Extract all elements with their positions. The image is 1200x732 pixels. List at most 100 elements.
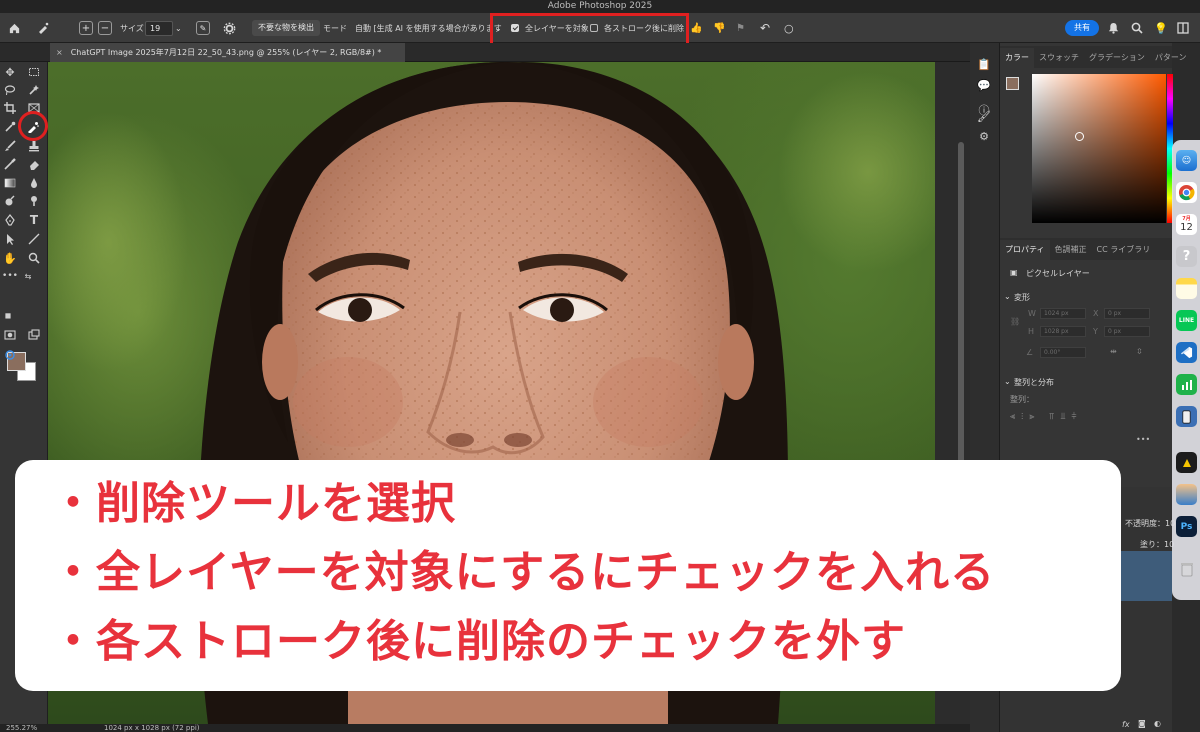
eraser-tool-icon[interactable] <box>26 156 42 172</box>
comments-panel-icon[interactable]: 💬 <box>977 78 991 92</box>
opacity-label[interactable]: 不透明度：10 <box>1125 518 1175 529</box>
zoom-tool-icon[interactable] <box>26 250 42 266</box>
more-tools-icon[interactable]: ••• <box>2 268 18 284</box>
move-tool-icon[interactable]: ✥ <box>2 64 18 80</box>
type-tool-icon[interactable]: T <box>26 212 42 228</box>
screen-mode-icon[interactable] <box>26 327 42 343</box>
iphone-mirroring-icon[interactable] <box>1176 406 1197 427</box>
pen-tool-icon[interactable] <box>2 212 18 228</box>
app-landscape-icon[interactable] <box>1176 484 1197 505</box>
notifications-bell-icon[interactable] <box>1108 13 1119 43</box>
help-icon[interactable]: ? <box>1176 246 1197 267</box>
flip-horizontal-icon[interactable]: ⇹ <box>1110 347 1117 356</box>
tab-adjustments[interactable]: 色調補正 <box>1050 240 1092 260</box>
dodge-tool-icon[interactable] <box>2 193 18 209</box>
calendar-icon[interactable]: 7月 12 <box>1176 214 1197 235</box>
brush-settings-icon[interactable]: 🖌 <box>977 109 991 123</box>
search-icon[interactable] <box>1131 13 1143 43</box>
notes-icon[interactable] <box>1176 278 1197 299</box>
document-tab-bar: × ChatGPT Image 2025年7月12日 22_50_43.png … <box>0 43 970 62</box>
transform-chevron-icon[interactable]: ⌄ <box>1004 292 1011 301</box>
more-options-icon[interactable]: ••• <box>1136 435 1150 444</box>
color-picker-field[interactable] <box>1032 74 1166 223</box>
tab-properties[interactable]: プロパティ <box>1000 240 1050 260</box>
tab-cc-libraries[interactable]: CC ライブラリ <box>1092 240 1156 260</box>
thumbs-up-icon[interactable]: 👍 <box>690 13 702 43</box>
layer-effects-icon[interactable]: fx <box>1122 720 1130 729</box>
width-field[interactable]: 1024 px <box>1040 308 1086 319</box>
edit-toolbar-icon[interactable] <box>2 347 18 363</box>
tab-patterns[interactable]: パターン <box>1150 48 1192 68</box>
color-picker-ring[interactable] <box>1075 132 1084 141</box>
zoom-readout[interactable]: 255.27% <box>6 724 37 732</box>
trash-icon[interactable] <box>1176 558 1197 579</box>
align-chevron-icon[interactable]: ⌄ <box>1004 377 1011 386</box>
default-colors-icon[interactable]: ◼ <box>0 307 16 323</box>
swap-colors-icon[interactable]: ⇆ <box>20 268 36 284</box>
gradient-tool-icon[interactable] <box>2 175 18 191</box>
scrollbar-thumb[interactable] <box>958 142 964 472</box>
flip-vertical-icon[interactable]: ⇳ <box>1136 347 1143 356</box>
adjust-panel-icon[interactable]: ⚙ <box>977 129 991 143</box>
mode-select[interactable]: 自動 [生成 AI を使用する場合があります <box>355 13 502 43</box>
crop-tool-icon[interactable] <box>2 100 18 116</box>
width-label: W <box>1028 309 1036 318</box>
size-label: サイズ <box>120 23 144 33</box>
flag-icon[interactable]: ⚑ <box>736 13 745 43</box>
history-brush-tool-icon[interactable] <box>2 156 18 172</box>
settings-gear-icon[interactable] <box>223 13 236 43</box>
detect-distractions-button[interactable]: 不要な物を検出 <box>252 20 320 36</box>
tab-color[interactable]: カラー <box>1000 48 1034 68</box>
color-panel-foreground-swatch[interactable] <box>1006 77 1019 90</box>
tab-gradients[interactable]: グラデーション <box>1084 48 1150 68</box>
hand-tool-icon[interactable]: ✋ <box>2 250 18 266</box>
align-buttons-row[interactable]: ⫷⫶⫸ ⫪⫫⫩ <box>1010 412 1083 422</box>
selected-layer-row[interactable] <box>1112 551 1172 601</box>
sponge-tool-icon[interactable] <box>26 193 42 209</box>
marquee-tool-icon[interactable] <box>26 64 42 80</box>
instruction-card: ・削除ツールを選択 ・全レイヤーを対象にするにチェックを入れる ・各ストローク後… <box>15 460 1121 691</box>
height-field[interactable]: 1028 px <box>1040 326 1086 337</box>
size-input[interactable]: 19 <box>145 20 173 36</box>
app-yellow-icon[interactable] <box>1176 452 1197 473</box>
chrome-icon[interactable] <box>1176 182 1197 203</box>
thumbs-down-icon[interactable]: 👎 <box>713 13 725 43</box>
quick-mask-icon[interactable] <box>2 327 18 343</box>
lasso-tool-icon[interactable] <box>2 82 18 98</box>
home-icon[interactable] <box>8 13 21 43</box>
object-select-tool-icon[interactable] <box>26 82 42 98</box>
add-mode-icon[interactable]: + <box>79 21 93 35</box>
history-panel-icon[interactable]: 📋 <box>977 57 991 71</box>
finder-icon[interactable]: ☺ <box>1176 150 1197 171</box>
brush-tool-icon[interactable] <box>2 138 18 154</box>
line-app-icon[interactable]: LINE <box>1176 310 1197 331</box>
numbers-icon[interactable] <box>1176 374 1197 395</box>
angle-field[interactable]: 0.00° <box>1040 347 1086 358</box>
adjustment-layer-icon[interactable]: ◐ <box>1154 719 1161 728</box>
vscode-icon[interactable] <box>1176 342 1197 363</box>
pressure-size-icon[interactable]: ✎ <box>196 21 210 35</box>
align-label: 整列： <box>1010 395 1034 404</box>
path-selection-tool-icon[interactable] <box>2 231 18 247</box>
fill-label[interactable]: 塗り：10 <box>1140 539 1174 550</box>
close-tab-icon[interactable]: × <box>56 48 63 57</box>
document-tab[interactable]: × ChatGPT Image 2025年7月12日 22_50_43.png … <box>50 43 405 62</box>
share-button[interactable]: 共有 <box>1065 20 1099 36</box>
eyedropper-tool-icon[interactable] <box>2 119 18 135</box>
subtract-mode-icon[interactable]: − <box>98 21 112 35</box>
y-field[interactable]: 0 px <box>1104 326 1150 337</box>
photoshop-icon[interactable]: Ps <box>1176 516 1197 537</box>
lightbulb-icon[interactable]: 💡 <box>1154 13 1168 43</box>
circle-icon[interactable]: ○ <box>784 13 794 43</box>
workspace-icon[interactable] <box>1177 13 1189 43</box>
mode-label: モード <box>323 23 347 33</box>
link-dimensions-icon[interactable]: ⛓ <box>1010 317 1020 326</box>
blur-tool-icon[interactable] <box>26 175 42 191</box>
add-mask-icon[interactable]: ◙ <box>1138 719 1146 728</box>
size-dropdown-icon[interactable]: ⌄ <box>175 13 182 43</box>
tab-swatches[interactable]: スウォッチ <box>1034 48 1084 68</box>
remove-tool-preset-icon[interactable] <box>36 13 50 43</box>
line-tool-icon[interactable] <box>26 231 42 247</box>
x-field[interactable]: 0 px <box>1104 308 1150 319</box>
undo-icon[interactable]: ↶ <box>760 13 770 43</box>
